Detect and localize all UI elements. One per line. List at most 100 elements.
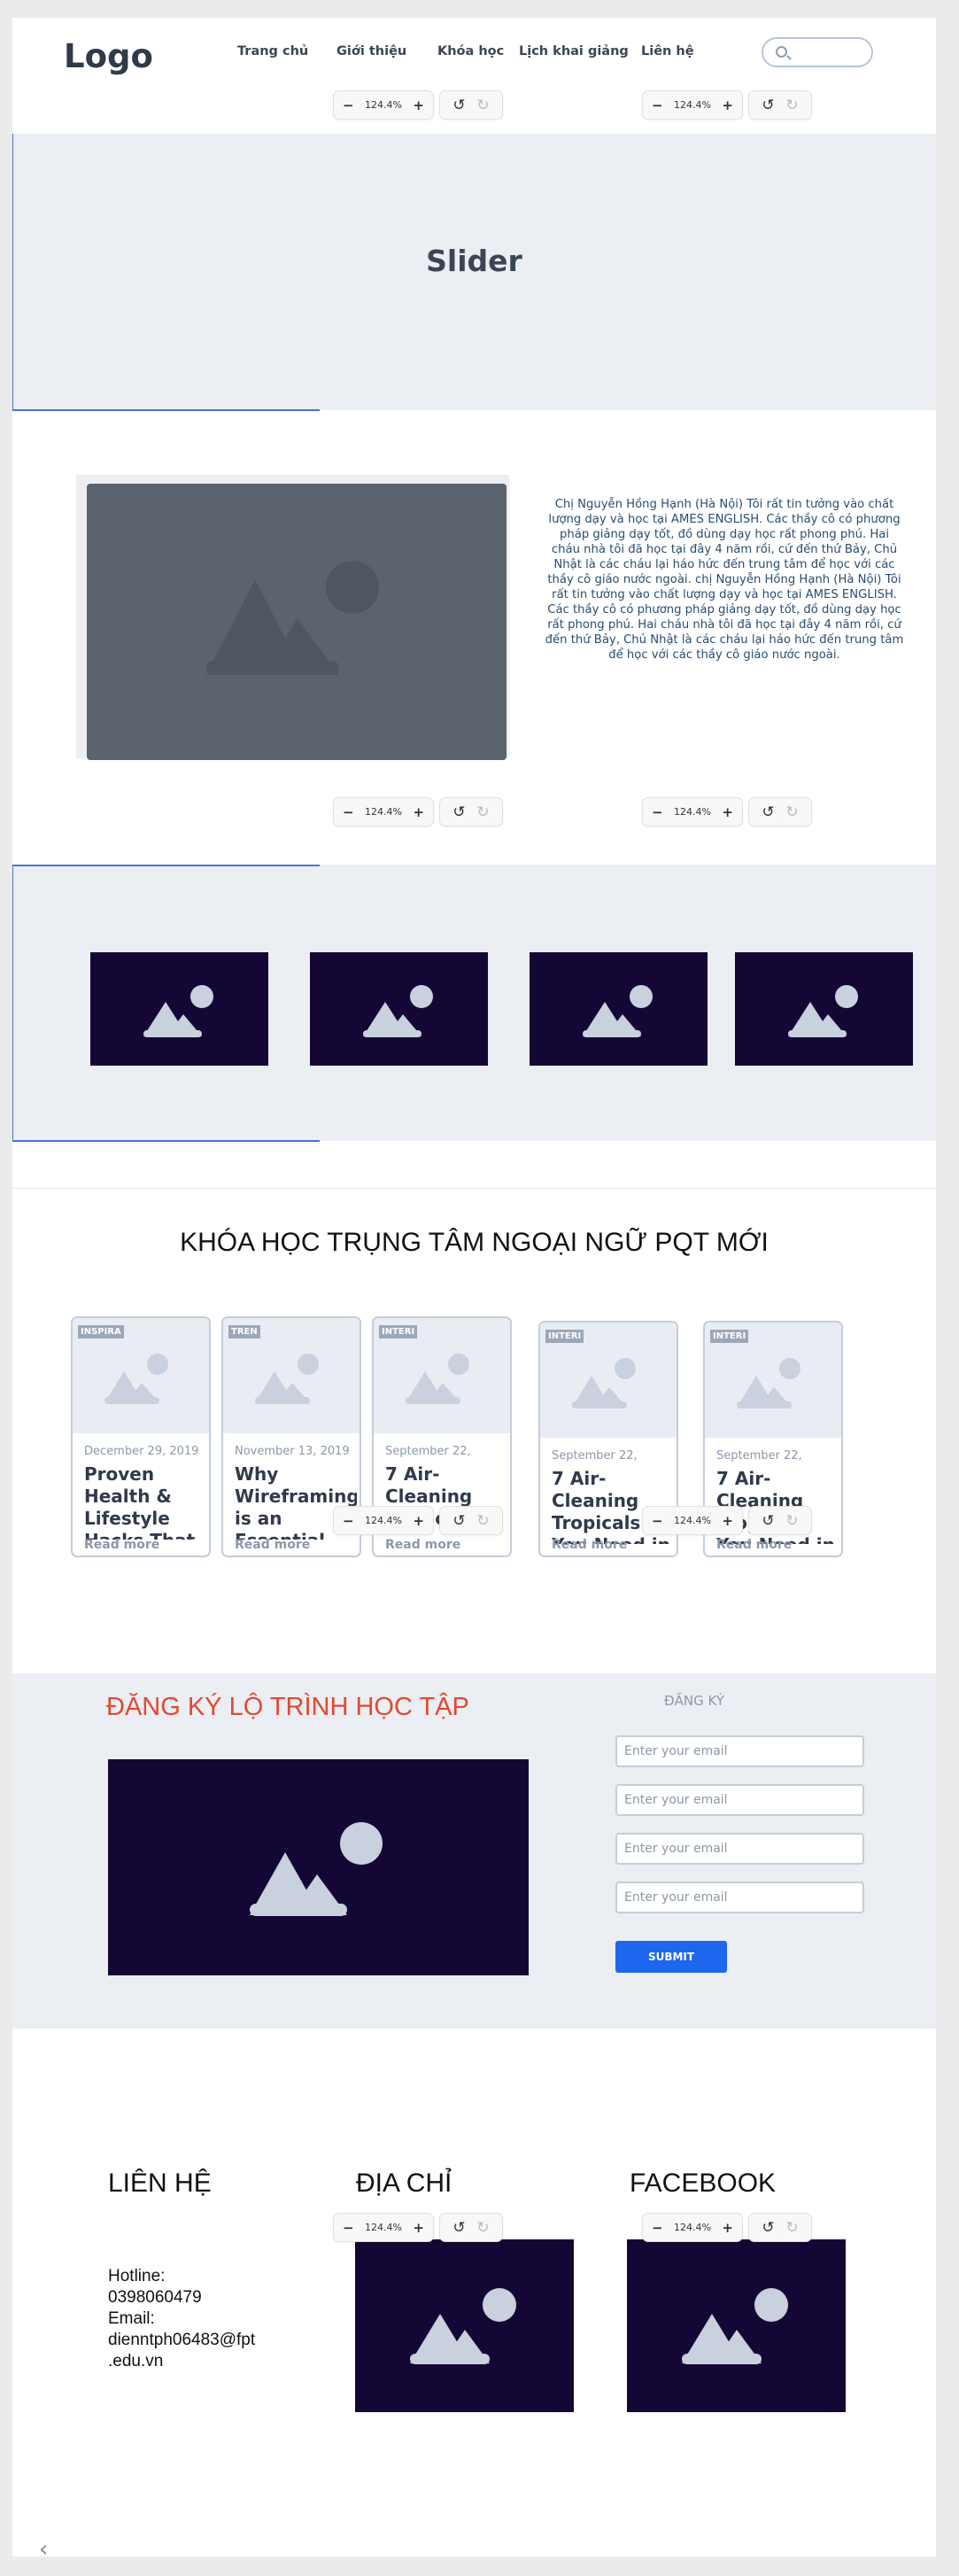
history-controls: ↺ ↻ <box>439 90 503 120</box>
slider-section: Slider <box>12 134 936 411</box>
zoom-out-button[interactable]: − <box>652 97 663 113</box>
undo-icon[interactable]: ↺ <box>452 1512 465 1530</box>
nav-item-contact[interactable]: Liên hệ <box>641 44 694 58</box>
redo-icon[interactable]: ↻ <box>476 803 489 821</box>
redo-icon[interactable]: ↻ <box>476 1512 489 1530</box>
card-date: September 22, <box>716 1449 802 1463</box>
undo-icon[interactable]: ↺ <box>762 803 774 821</box>
hotline-label: Hotline: <box>108 2267 166 2285</box>
gallery-thumbnail[interactable] <box>735 952 913 1066</box>
gallery-thumbnail[interactable] <box>90 952 268 1066</box>
course-card[interactable]: INSPIRA December 29, 2019 Proven Health … <box>71 1316 211 1557</box>
email-field[interactable]: Enter your email <box>615 1784 864 1816</box>
contact-info: Hotline: 0398060479 Email: dienntph06483… <box>108 2266 255 2372</box>
undo-icon[interactable]: ↺ <box>452 97 465 114</box>
zoom-level: 124.4% <box>365 99 402 111</box>
facebook-image[interactable] <box>627 2239 846 2412</box>
history-controls: ↺ ↻ <box>748 797 812 826</box>
email-field[interactable]: Enter your email <box>615 1833 864 1865</box>
card-date: September 22, <box>552 1449 638 1463</box>
read-more-link[interactable]: Read more <box>385 1538 460 1552</box>
zoom-in-button[interactable]: + <box>722 97 733 113</box>
zoom-out-button[interactable]: − <box>652 1513 663 1529</box>
chevron-left-icon[interactable]: ‹ <box>39 2536 48 2563</box>
card-tag: INSPIRA <box>78 1325 124 1338</box>
redo-icon[interactable]: ↻ <box>785 2219 798 2237</box>
redo-icon[interactable]: ↻ <box>785 1512 798 1530</box>
zoom-toolbar: − 124.4% + ↺ ↻ <box>333 797 503 826</box>
redo-icon[interactable]: ↻ <box>476 97 489 114</box>
selection-outline <box>12 865 13 1141</box>
register-image <box>108 1759 529 1975</box>
zoom-out-button[interactable]: − <box>343 97 354 113</box>
email-address[interactable]: dienntph06483@fpt <box>108 2330 255 2351</box>
zoom-in-button[interactable]: + <box>413 2220 424 2236</box>
nav-item-schedule[interactable]: Lịch khai giảng <box>519 44 629 58</box>
testimonial-text: Chị Nguyễn Hồng Hạnh (Hà Nội) Tôi rất ti… <box>545 498 904 662</box>
zoom-level: 124.4% <box>365 806 402 818</box>
image-placeholder-icon <box>788 985 858 1037</box>
zoom-level: 124.4% <box>674 2222 711 2233</box>
zoom-toolbar: − 124.4% + ↺ ↻ <box>333 1506 503 1535</box>
undo-icon[interactable]: ↺ <box>762 1512 774 1530</box>
card-tag: INTERI <box>545 1330 584 1343</box>
nav-item-courses[interactable]: Khóa học <box>437 44 504 58</box>
zoom-out-button[interactable]: − <box>343 2220 354 2236</box>
email-label: Email: <box>108 2309 155 2328</box>
card-title[interactable]: Proven Health & Lifestyle Hacks That <box>84 1463 206 1540</box>
history-controls: ↺ ↻ <box>748 2213 812 2242</box>
redo-icon[interactable]: ↻ <box>785 97 798 114</box>
testimonial-image <box>87 484 507 760</box>
selection-outline <box>12 865 320 866</box>
history-controls: ↺ ↻ <box>748 90 812 120</box>
zoom-controls: − 124.4% + <box>333 2213 434 2242</box>
redo-icon[interactable]: ↻ <box>476 2219 489 2237</box>
nav-item-about[interactable]: Giới thiệu <box>336 44 406 58</box>
zoom-in-button[interactable]: + <box>722 2220 733 2236</box>
zoom-level: 124.4% <box>674 99 711 111</box>
read-more-link[interactable]: Read more <box>716 1538 792 1552</box>
submit-button[interactable]: SUBMIT <box>615 1941 727 1973</box>
image-placeholder-icon <box>682 2288 788 2364</box>
undo-icon[interactable]: ↺ <box>452 803 465 821</box>
search-icon <box>776 46 787 58</box>
gallery-thumbnail[interactable] <box>310 952 488 1066</box>
logo[interactable]: Logo <box>64 37 153 75</box>
image-placeholder-icon <box>250 1822 383 1916</box>
search-input[interactable] <box>762 37 873 67</box>
email-field[interactable]: Enter your email <box>615 1882 864 1913</box>
card-tag: TREN <box>228 1325 260 1338</box>
gallery-thumbnail[interactable] <box>530 952 708 1066</box>
hotline-number[interactable]: 0398060479 <box>108 2287 255 2308</box>
card-date: November 13, 2019 <box>235 1445 350 1458</box>
zoom-toolbar: − 124.4% + ↺ ↻ <box>642 1506 812 1535</box>
history-controls: ↺ ↻ <box>439 2213 503 2242</box>
zoom-toolbar: − 124.4% + ↺ ↻ <box>642 90 812 120</box>
zoom-level: 124.4% <box>365 2222 402 2233</box>
zoom-in-button[interactable]: + <box>413 97 424 113</box>
zoom-out-button[interactable]: − <box>343 1513 354 1529</box>
page: Logo Trang chủ Giới thiệu Khóa học Lịch … <box>12 18 936 2563</box>
card-date: September 22, <box>385 1445 471 1458</box>
undo-icon[interactable]: ↺ <box>762 2219 774 2237</box>
zoom-out-button[interactable]: − <box>343 804 354 820</box>
image-placeholder-icon <box>206 561 379 675</box>
zoom-toolbar: − 124.4% + ↺ ↻ <box>642 2213 812 2242</box>
nav-item-home[interactable]: Trang chủ <box>237 44 308 58</box>
zoom-in-button[interactable]: + <box>413 804 424 820</box>
undo-icon[interactable]: ↺ <box>762 97 774 114</box>
redo-icon[interactable]: ↻ <box>785 803 798 821</box>
read-more-link[interactable]: Read more <box>552 1538 627 1552</box>
zoom-out-button[interactable]: − <box>652 2220 663 2236</box>
read-more-link[interactable]: Read more <box>84 1538 159 1552</box>
undo-icon[interactable]: ↺ <box>452 2219 465 2237</box>
zoom-in-button[interactable]: + <box>413 1513 424 1529</box>
read-more-link[interactable]: Read more <box>235 1538 310 1552</box>
address-map-image[interactable] <box>355 2239 574 2412</box>
email-field[interactable]: Enter your email <box>615 1735 864 1767</box>
zoom-out-button[interactable]: − <box>652 804 663 820</box>
email-address-cont[interactable]: .edu.vn <box>108 2351 255 2372</box>
section-divider <box>12 1188 936 1189</box>
zoom-in-button[interactable]: + <box>722 804 733 820</box>
zoom-in-button[interactable]: + <box>722 1513 733 1529</box>
